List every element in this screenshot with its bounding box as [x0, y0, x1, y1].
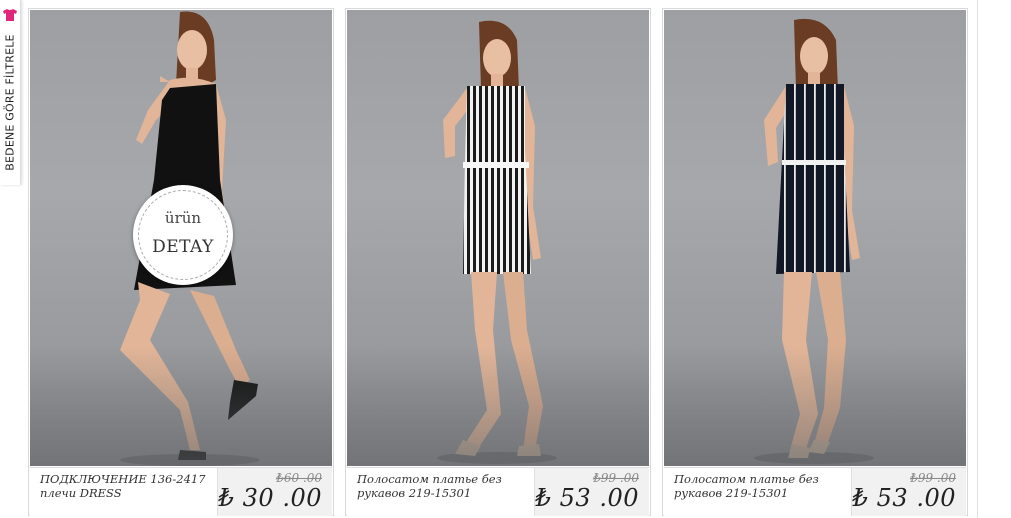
model-figure — [437, 20, 557, 464]
product-name[interactable]: Полосатом платье без рукавов 219-15301 — [357, 472, 527, 500]
tshirt-icon — [3, 9, 17, 21]
product-name[interactable]: Полосатом платье без рукавов 219-15301 — [674, 472, 844, 500]
badge-line2: DETAY — [152, 237, 214, 257]
old-price: ₺99 .00 — [910, 471, 956, 485]
product-detail-badge[interactable]: ürün DETAY — [133, 185, 233, 285]
size-filter-label: BEDENE GÖRE FİLTRELE — [3, 34, 17, 171]
price-box: ₺60 .00 ₺ 30 .00 — [217, 468, 332, 516]
product-card[interactable]: Полосатом платье без рукавов 219-15301 ₺… — [345, 8, 651, 516]
product-info: Полосатом платье без рукавов 219-15301 ₺… — [664, 467, 966, 516]
price-box: ₺99 .00 ₺ 53 .00 — [534, 468, 649, 516]
old-price: ₺99 .00 — [593, 471, 639, 485]
product-info: ПОДКЛЮЧЕНИЕ 136-2417 плечи DRESS ₺60 .00… — [30, 467, 332, 516]
new-price: ₺ 30 .00 — [218, 484, 322, 512]
divider — [977, 0, 978, 518]
product-name[interactable]: ПОДКЛЮЧЕНИЕ 136-2417 плечи DRESS — [40, 472, 210, 500]
product-photo[interactable] — [664, 10, 966, 466]
model-figure — [754, 18, 874, 464]
product-info: Полосатом платье без рукавов 219-15301 ₺… — [347, 467, 649, 516]
price-box: ₺99 .00 ₺ 53 .00 — [851, 468, 966, 516]
product-card[interactable]: ürün DETAY ПОДКЛЮЧЕНИЕ 136-2417 плечи DR… — [28, 8, 334, 516]
size-filter-tab[interactable]: BEDENE GÖRE FİLTRELE — [0, 0, 21, 185]
product-card[interactable]: Полосатом платье без рукавов 219-15301 ₺… — [662, 8, 968, 516]
new-price: ₺ 53 .00 — [852, 484, 956, 512]
old-price: ₺60 .00 — [276, 471, 322, 485]
badge-border — [138, 190, 228, 280]
product-photo[interactable] — [347, 10, 649, 466]
new-price: ₺ 53 .00 — [535, 484, 639, 512]
badge-line1: ürün — [164, 209, 202, 227]
